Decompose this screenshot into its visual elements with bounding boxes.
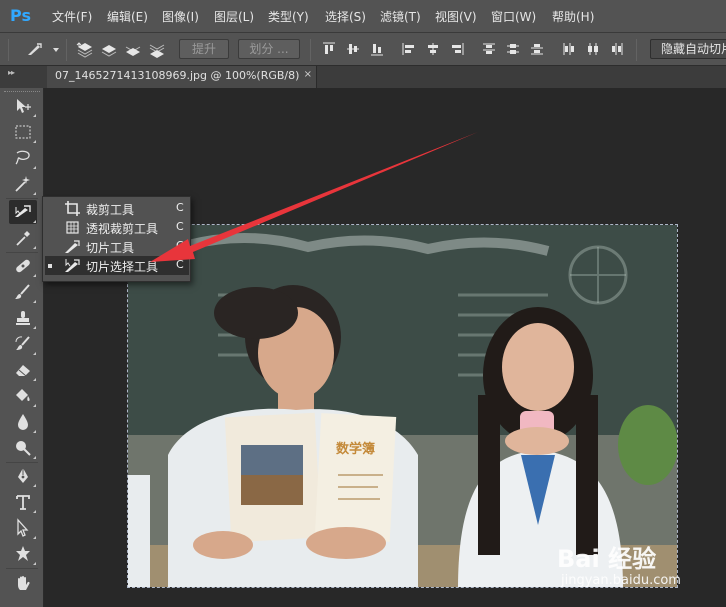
flyout-item-label: 透视裁剪工具 bbox=[86, 222, 159, 236]
type-tool-icon[interactable] bbox=[9, 490, 37, 514]
slice-select-icon bbox=[65, 259, 80, 272]
distribute-top-icon[interactable] bbox=[482, 42, 496, 56]
dodge-tool-icon[interactable] bbox=[9, 436, 37, 460]
flyout-item-perspective-crop-tool[interactable]: 透视裁剪工具 C bbox=[45, 218, 189, 237]
options-bar: 提升 划分 ... 隐藏自动切片 bbox=[0, 33, 726, 66]
book-title: 数学簿 bbox=[336, 441, 375, 457]
flyout-item-label: 切片工具 bbox=[86, 241, 135, 255]
options-separator bbox=[636, 39, 637, 61]
arrange-bring-front-icon[interactable] bbox=[76, 41, 94, 59]
arrange-send-backward-icon[interactable] bbox=[124, 41, 142, 59]
custom-shape-tool-icon[interactable] bbox=[9, 542, 37, 566]
flyout-item-shortcut: C bbox=[176, 201, 184, 214]
lasso-tool-icon[interactable] bbox=[9, 146, 37, 170]
menu-filter[interactable]: 滤镜(T) bbox=[380, 8, 421, 26]
clone-stamp-tool-icon[interactable] bbox=[9, 306, 37, 330]
slice-select-tool-icon[interactable] bbox=[9, 200, 37, 224]
align-left-icon[interactable] bbox=[402, 42, 416, 56]
divide-button[interactable]: 划分 ... bbox=[238, 39, 300, 59]
magic-wand-tool-icon[interactable] bbox=[9, 172, 37, 196]
chevron-down-icon[interactable] bbox=[52, 47, 60, 53]
hand-tool-icon[interactable] bbox=[9, 572, 37, 596]
align-right-icon[interactable] bbox=[450, 42, 464, 56]
eraser-tool-icon[interactable] bbox=[9, 358, 37, 382]
align-vertical-center-icon[interactable] bbox=[346, 42, 360, 56]
distribute-left-icon[interactable] bbox=[562, 42, 576, 56]
menu-file[interactable]: 文件(F) bbox=[52, 8, 92, 26]
history-brush-tool-icon[interactable] bbox=[9, 332, 37, 356]
document-tab-bar: ▸▸ 07_1465271413108969.jpg @ 100%(RGB/8)… bbox=[0, 66, 726, 88]
menu-edit[interactable]: 编辑(E) bbox=[107, 8, 148, 26]
crop-tool-flyout-menu: 裁剪工具 C 透视裁剪工具 C 切片工具 C 切片选择工具 C bbox=[42, 196, 191, 282]
arrange-bring-forward-icon[interactable] bbox=[100, 41, 118, 59]
crop-icon bbox=[65, 201, 80, 216]
flyout-item-slice-select-tool[interactable]: 切片选择工具 C bbox=[45, 256, 189, 275]
flyout-item-shortcut: C bbox=[176, 220, 184, 233]
marquee-tool-icon[interactable] bbox=[9, 120, 37, 144]
menu-layer[interactable]: 图层(L) bbox=[214, 8, 254, 26]
toolbox-separator bbox=[6, 568, 38, 569]
document-tab[interactable]: 07_1465271413108969.jpg @ 100%(RGB/8) × bbox=[47, 66, 317, 88]
menu-view[interactable]: 视图(V) bbox=[435, 8, 477, 26]
path-selection-tool-icon[interactable] bbox=[9, 516, 37, 540]
promote-button[interactable]: 提升 bbox=[179, 39, 229, 59]
flyout-item-label: 切片选择工具 bbox=[86, 260, 159, 274]
flyout-item-shortcut: C bbox=[176, 258, 184, 271]
toolbox-separator bbox=[6, 252, 38, 253]
pen-tool-icon[interactable] bbox=[9, 464, 37, 488]
options-separator bbox=[66, 39, 67, 61]
flyout-item-slice-tool[interactable]: 切片工具 C bbox=[45, 237, 189, 256]
tool-preset-icon[interactable] bbox=[26, 41, 44, 59]
toolbox-separator bbox=[6, 198, 38, 199]
close-icon[interactable]: × bbox=[304, 69, 312, 80]
distribute-right-icon[interactable] bbox=[610, 42, 624, 56]
hide-auto-slices-button[interactable]: 隐藏自动切片 bbox=[650, 39, 726, 59]
toolbox bbox=[0, 88, 44, 607]
options-grip bbox=[8, 39, 9, 61]
distribute-vertical-center-icon[interactable] bbox=[506, 42, 520, 56]
menu-window[interactable]: 窗口(W) bbox=[491, 8, 536, 26]
arrange-send-back-icon[interactable] bbox=[148, 41, 166, 59]
toolbox-separator bbox=[6, 462, 38, 463]
flyout-item-crop-tool[interactable]: 裁剪工具 C bbox=[45, 199, 189, 218]
healing-brush-tool-icon[interactable] bbox=[9, 254, 37, 278]
align-horizontal-center-icon[interactable] bbox=[426, 42, 440, 56]
distribute-bottom-icon[interactable] bbox=[530, 42, 544, 56]
document-tab-title: 07_1465271413108969.jpg @ 100%(RGB/8) bbox=[55, 69, 300, 82]
flyout-item-label: 裁剪工具 bbox=[86, 203, 135, 217]
move-tool-icon[interactable] bbox=[9, 94, 37, 118]
slice-icon bbox=[65, 240, 80, 253]
menu-image[interactable]: 图像(I) bbox=[162, 8, 199, 26]
document-image[interactable]: 数学簿 bbox=[127, 224, 678, 588]
selected-bullet-icon bbox=[48, 264, 52, 268]
perspective-crop-icon bbox=[66, 221, 79, 234]
align-bottom-icon[interactable] bbox=[370, 42, 384, 56]
collapse-panel-icon[interactable]: ▸▸ bbox=[8, 68, 15, 77]
paint-bucket-tool-icon[interactable] bbox=[9, 384, 37, 408]
menu-type[interactable]: 类型(Y) bbox=[268, 8, 309, 26]
menu-select[interactable]: 选择(S) bbox=[325, 8, 366, 26]
brush-tool-icon[interactable] bbox=[9, 280, 37, 304]
photoshop-logo: Ps bbox=[10, 6, 31, 25]
blur-tool-icon[interactable] bbox=[9, 410, 37, 434]
classroom-photo: 数学簿 bbox=[128, 225, 677, 587]
menu-help[interactable]: 帮助(H) bbox=[552, 8, 594, 26]
flyout-item-shortcut: C bbox=[176, 239, 184, 252]
menu-bar: Ps 文件(F) 编辑(E) 图像(I) 图层(L) 类型(Y) 选择(S) 滤… bbox=[0, 0, 726, 33]
align-top-icon[interactable] bbox=[322, 42, 336, 56]
eyedropper-tool-icon[interactable] bbox=[9, 226, 37, 250]
distribute-horizontal-center-icon[interactable] bbox=[586, 42, 600, 56]
options-separator bbox=[310, 39, 311, 61]
